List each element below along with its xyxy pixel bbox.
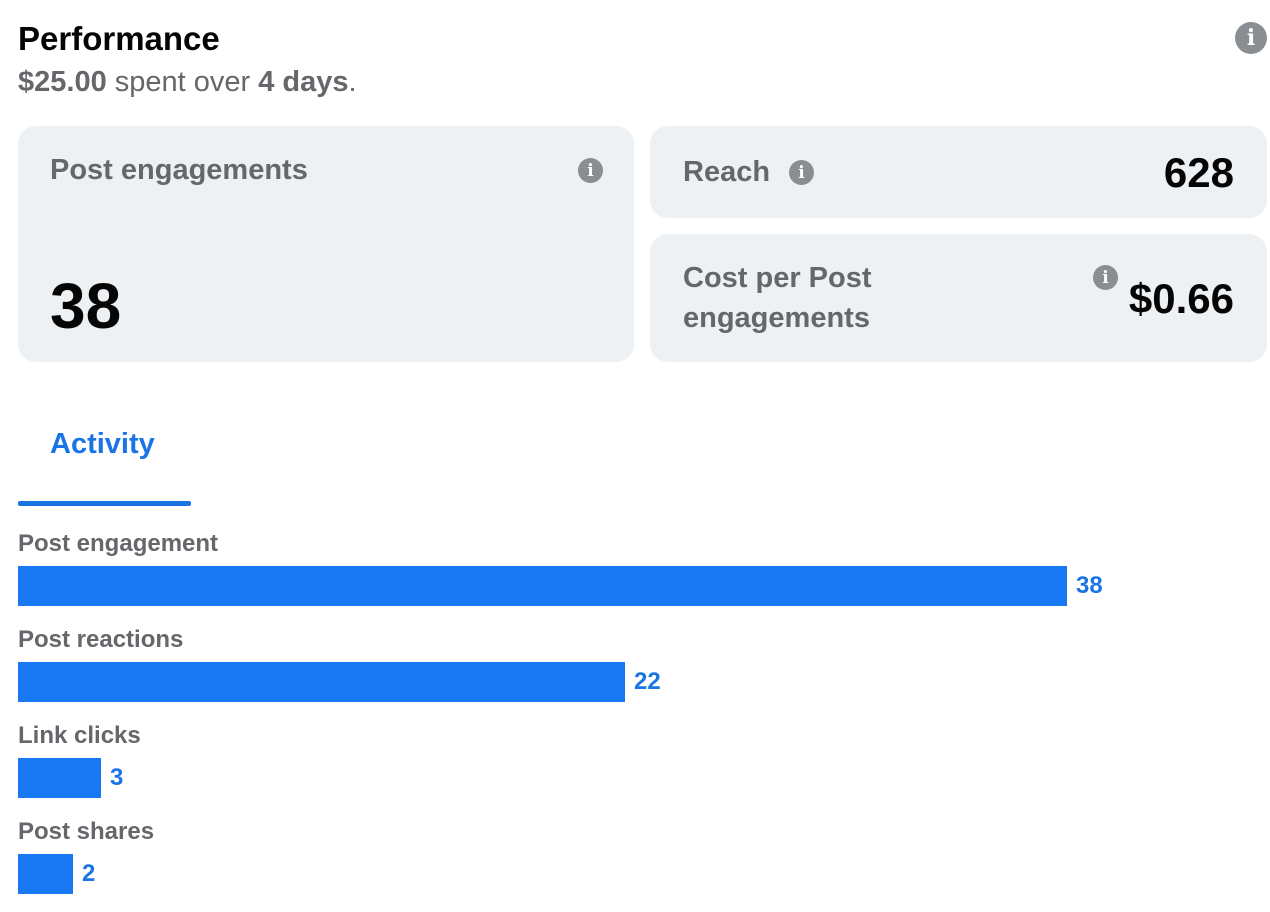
performance-header: Performance $25.00 spent over 4 days. <box>18 18 1268 100</box>
activity-row: Post reactions 22 <box>18 624 1268 720</box>
activity-bar <box>18 758 101 798</box>
reach-label: Reach <box>683 156 771 188</box>
cost-per-label-line1: Cost per Post <box>683 262 872 294</box>
activity-row: Post engagement 38 <box>18 528 1268 624</box>
activity-row: Post shares 2 <box>18 816 1268 912</box>
activity-row: Link clicks 3 <box>18 720 1268 816</box>
performance-info-icon[interactable]: i <box>1235 22 1267 54</box>
reach-card: Reach i 628 <box>650 126 1267 218</box>
spend-connector: spent over <box>114 66 251 98</box>
spend-period: . <box>348 66 357 98</box>
activity-value: 38 <box>1076 572 1103 599</box>
cost-per-engagement-card: Cost per Post engagements i $0.66 <box>650 234 1267 362</box>
activity-bar-track: 2 <box>18 854 1268 894</box>
activity-bar <box>18 566 1067 606</box>
reach-info-icon[interactable]: i <box>789 160 814 185</box>
activity-bar-track: 22 <box>18 662 1268 702</box>
activity-bar-track: 38 <box>18 566 1268 606</box>
activity-bar <box>18 662 625 702</box>
activity-value: 3 <box>110 764 124 791</box>
activity-label: Post shares <box>18 818 155 845</box>
spend-duration: 4 days <box>258 66 349 98</box>
activity-bar-chart: Post engagement 38 Post reactions 22 Lin… <box>18 528 1268 912</box>
post-engagements-card: Post engagements i 38 <box>18 126 634 362</box>
page-title: Performance <box>18 20 220 57</box>
activity-value: 2 <box>82 860 96 887</box>
tab-activity-label: Activity <box>50 428 155 460</box>
activity-bar-track: 3 <box>18 758 1268 798</box>
tab-activity[interactable]: Activity <box>18 420 191 506</box>
reach-value: 628 <box>1163 149 1234 196</box>
activity-value: 22 <box>634 668 661 695</box>
activity-label: Post engagement <box>18 530 219 557</box>
cost-per-label-line2: engagements <box>683 302 870 334</box>
active-tab-indicator <box>18 501 191 506</box>
activity-label: Link clicks <box>18 722 141 749</box>
spend-amount: $25.00 <box>18 66 107 98</box>
activity-label: Post reactions <box>18 626 184 653</box>
post-engagements-label: Post engagements <box>50 154 308 186</box>
activity-bar <box>18 854 73 894</box>
spend-summary: $25.00 spent over 4 days. <box>18 64 1268 100</box>
post-engagements-info-icon[interactable]: i <box>578 158 603 183</box>
post-engagements-value: 38 <box>50 270 122 342</box>
cost-per-info-icon[interactable]: i <box>1093 265 1118 290</box>
cost-per-value: $0.66 <box>1128 275 1234 322</box>
